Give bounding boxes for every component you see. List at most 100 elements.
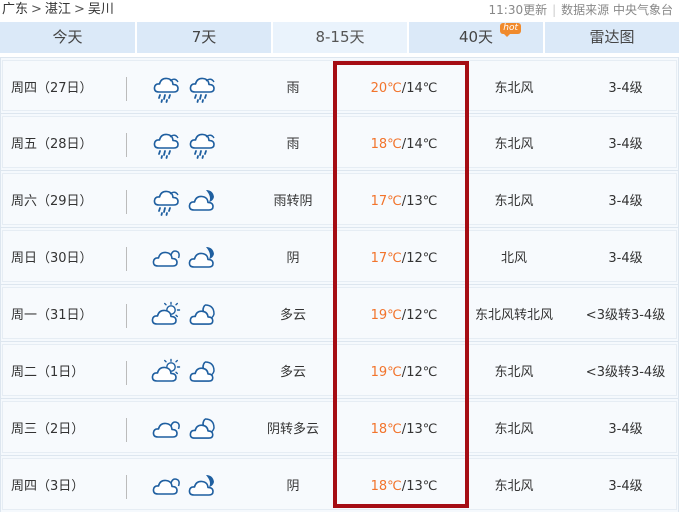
temperature: 18℃/13℃ bbox=[370, 422, 438, 437]
high-temp: 19℃ bbox=[370, 308, 402, 323]
forecast-row-inner: 周四（27日） 雨 20℃/14℃ 东北风 3-4级 bbox=[2, 60, 677, 111]
weather-icons bbox=[151, 231, 223, 286]
forecast-tabs: 今天 7天 8-15天 40天 hot 雷达图 bbox=[0, 20, 679, 53]
cloud-icon bbox=[151, 471, 181, 501]
update-time: 11:30更新 bbox=[488, 3, 548, 17]
rain-cloud-icon bbox=[187, 129, 217, 159]
cloud-moon-icon bbox=[187, 243, 217, 273]
source-name[interactable]: 中央气象台 bbox=[613, 3, 673, 17]
forecast-date: 周三（2日） bbox=[11, 422, 85, 437]
weather-icons bbox=[151, 174, 223, 229]
forecast-date: 周日（30日） bbox=[11, 251, 93, 266]
tab-radar[interactable]: 雷达图 bbox=[545, 20, 679, 53]
low-temp: 12℃ bbox=[406, 365, 438, 380]
forecast-row[interactable]: 周四（27日） 雨 20℃/14℃ 东北风 3-4级 bbox=[0, 57, 679, 114]
wind-direction: 东北风 bbox=[494, 365, 534, 380]
cloud-moon-icon bbox=[187, 471, 217, 501]
weather-text: 雨转阴 bbox=[273, 194, 313, 209]
divider bbox=[126, 247, 127, 271]
cloud-icon bbox=[151, 414, 181, 444]
weather-text: 多云 bbox=[279, 308, 306, 323]
forecast-date: 周一（31日） bbox=[11, 308, 93, 323]
forecast-row-inner: 周一（31日） 多云 19℃/12℃ 东北风转北风 <3级转3-4级 bbox=[2, 287, 677, 339]
forecast-row[interactable]: 周二（1日） 多云 19℃/12℃ 东北风 <3级转3-4级 bbox=[0, 342, 679, 399]
forecast-row-inner: 周三（2日） 阴转多云 18℃/13℃ 东北风 3-4级 bbox=[2, 401, 677, 453]
forecast-row-inner: 周二（1日） 多云 19℃/12℃ 东北风 <3级转3-4级 bbox=[2, 344, 677, 396]
wind-level: 3-4级 bbox=[608, 251, 643, 266]
tab-label: 雷达图 bbox=[589, 28, 635, 46]
weather-text: 多云 bbox=[279, 365, 306, 380]
low-temp: 12℃ bbox=[406, 308, 438, 323]
tab-label: 今天 bbox=[52, 28, 83, 46]
high-temp: 18℃ bbox=[370, 137, 402, 152]
forecast-row-inner: 周五（28日） 雨 18℃/14℃ 东北风 3-4级 bbox=[2, 116, 677, 168]
moon-cloud-icon bbox=[187, 357, 217, 387]
low-temp: 13℃ bbox=[406, 194, 438, 209]
wind-level: 3-4级 bbox=[608, 479, 643, 494]
forecast-row[interactable]: 周三（2日） 阴转多云 18℃/13℃ 东北风 3-4级 bbox=[0, 399, 679, 456]
forecast-row[interactable]: 周五（28日） 雨 18℃/14℃ 东北风 3-4级 bbox=[0, 114, 679, 171]
weather-text: 阴 bbox=[286, 251, 300, 266]
high-temp: 19℃ bbox=[370, 365, 402, 380]
divider bbox=[126, 304, 127, 328]
sun-cloud-icon bbox=[151, 357, 181, 387]
low-temp: 13℃ bbox=[406, 422, 438, 437]
rain-cloud-icon bbox=[151, 129, 181, 159]
tab-label: 40天 bbox=[458, 28, 494, 46]
tab-today[interactable]: 今天 bbox=[0, 20, 137, 53]
rain-cloud-icon bbox=[187, 73, 217, 103]
weather-text: 阴 bbox=[286, 479, 300, 494]
forecast-row-inner: 周日（30日） 阴 17℃/12℃ 北风 3-4级 bbox=[2, 230, 677, 282]
wind-level: <3级转3-4级 bbox=[585, 308, 666, 323]
wind-direction: 北风 bbox=[500, 251, 527, 266]
tab-label: 7天 bbox=[191, 28, 217, 46]
high-temp: 17℃ bbox=[370, 194, 402, 209]
low-temp: 14℃ bbox=[406, 137, 438, 152]
forecast-row-inner: 周四（3日） 阴 18℃/13℃ 东北风 3-4级 bbox=[2, 458, 677, 510]
temperature: 20℃/14℃ bbox=[370, 81, 438, 96]
moon-cloud-icon bbox=[187, 300, 217, 330]
wind-direction: 东北风 bbox=[494, 81, 534, 96]
wind-direction: 东北风转北风 bbox=[474, 308, 553, 323]
breadcrumb-province[interactable]: 广东 bbox=[2, 2, 28, 17]
breadcrumb-city[interactable]: 湛江 bbox=[45, 2, 71, 17]
forecast-row[interactable]: 周日（30日） 阴 17℃/12℃ 北风 3-4级 bbox=[0, 228, 679, 285]
wind-direction: 东北风 bbox=[494, 137, 534, 152]
weather-icons bbox=[151, 61, 223, 116]
forecast-row[interactable]: 周四（3日） 阴 18℃/13℃ 东北风 3-4级 bbox=[0, 456, 679, 512]
forecast-row[interactable]: 周一（31日） 多云 19℃/12℃ 东北风转北风 <3级转3-4级 bbox=[0, 285, 679, 342]
update-info: 11:30更新 | 数据来源 中央气象台 bbox=[489, 0, 674, 20]
moon-cloud-icon bbox=[187, 414, 217, 444]
wind-level: 3-4级 bbox=[608, 194, 643, 209]
tab-40-days[interactable]: 40天 hot bbox=[409, 20, 545, 53]
high-temp: 18℃ bbox=[370, 422, 402, 437]
weather-text: 阴转多云 bbox=[266, 422, 319, 437]
wind-direction: 东北风 bbox=[494, 479, 534, 494]
wind-level: 3-4级 bbox=[608, 81, 643, 96]
divider bbox=[126, 418, 127, 442]
tab-7-days[interactable]: 7天 bbox=[137, 20, 273, 53]
breadcrumb-separator: > bbox=[31, 2, 42, 17]
hot-badge: hot bbox=[500, 23, 521, 37]
cloud-icon bbox=[151, 243, 181, 273]
weather-icons bbox=[151, 459, 223, 512]
wind-level: 3-4级 bbox=[608, 137, 643, 152]
weather-icons bbox=[151, 345, 223, 400]
rain-cloud-icon bbox=[151, 186, 181, 216]
divider bbox=[126, 475, 127, 499]
wind-direction: 东北风 bbox=[494, 194, 534, 209]
breadcrumb: 广东 > 湛江 > 吴川 bbox=[2, 0, 114, 20]
tab-8-15-days[interactable]: 8-15天 bbox=[273, 20, 409, 53]
cloud-moon-icon bbox=[187, 186, 217, 216]
breadcrumb-district: 吴川 bbox=[87, 2, 114, 17]
wind-direction: 东北风 bbox=[494, 422, 534, 437]
high-temp: 20℃ bbox=[370, 81, 402, 96]
temperature: 17℃/13℃ bbox=[370, 194, 438, 209]
low-temp: 12℃ bbox=[406, 251, 438, 266]
weather-icons bbox=[151, 288, 223, 343]
divider bbox=[126, 77, 127, 101]
forecast-row[interactable]: 周六（29日） 雨转阴 17℃/13℃ 东北风 3-4级 bbox=[0, 171, 679, 228]
temperature: 17℃/12℃ bbox=[370, 251, 438, 266]
source-label: 数据来源 bbox=[561, 3, 610, 17]
wind-level: 3-4级 bbox=[608, 422, 643, 437]
